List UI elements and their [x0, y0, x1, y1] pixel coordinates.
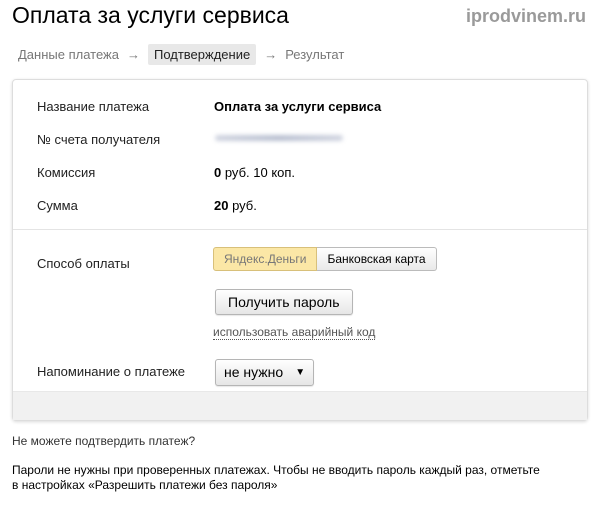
- account-label: № счета получателя: [37, 132, 161, 147]
- watermark: iprodvinem.ru: [465, 6, 586, 26]
- name-label: Название платежа: [37, 99, 150, 114]
- sum-value: 20 руб.: [214, 198, 257, 213]
- breadcrumb: Данные платежа → Подтверждение → Результ…: [18, 44, 344, 65]
- get-password-button[interactable]: Получить пароль: [215, 289, 353, 315]
- cant-confirm-link[interactable]: Не можете подтвердить платеж?: [12, 434, 195, 448]
- reminder-select[interactable]: не нужно ▼: [215, 359, 315, 386]
- fee-label: Комиссия: [37, 165, 96, 180]
- step-confirm: Подтверждение: [147, 44, 257, 65]
- step-result: Результат: [285, 47, 345, 62]
- card-footer: [13, 391, 587, 420]
- emergency-code-link[interactable]: использовать аварийный код: [213, 325, 376, 340]
- arrow-icon: →: [126, 47, 140, 62]
- account-value-blurred: [215, 135, 343, 141]
- sum-label: Сумма: [37, 198, 78, 213]
- sum-unit: руб.: [228, 198, 257, 213]
- reminder-label: Напоминание о платеже: [37, 364, 186, 379]
- chevron-down-icon: ▼: [295, 367, 306, 378]
- payment-method-switch: Яндекс.Деньги Банковская карта: [213, 247, 437, 271]
- method-bank-card[interactable]: Банковская карта: [317, 247, 437, 271]
- note-line-1: Пароли не нужны при проверенных платежах…: [12, 463, 540, 477]
- method-yandex-money[interactable]: Яндекс.Деньги: [213, 247, 318, 271]
- page-title: Оплата за услуги сервиса: [12, 2, 289, 28]
- arrow-icon: →: [264, 47, 278, 62]
- password-note: Пароли не нужны при проверенных платежах…: [12, 463, 540, 493]
- sum-num: 20: [214, 198, 229, 213]
- note-line-2: в настройках «Разрешить платежи без паро…: [12, 478, 278, 492]
- divider: [13, 229, 587, 230]
- fee-value: 0 руб. 10 коп.: [214, 165, 295, 180]
- payment-card: Название платежа Оплата за услуги сервис…: [12, 79, 588, 421]
- fee-unit: руб. 10 коп.: [221, 165, 296, 180]
- method-label: Способ оплаты: [37, 256, 130, 271]
- name-value: Оплата за услуги сервиса: [214, 99, 382, 114]
- reminder-value: не нужно: [224, 364, 284, 380]
- step-data: Данные платежа: [18, 47, 119, 62]
